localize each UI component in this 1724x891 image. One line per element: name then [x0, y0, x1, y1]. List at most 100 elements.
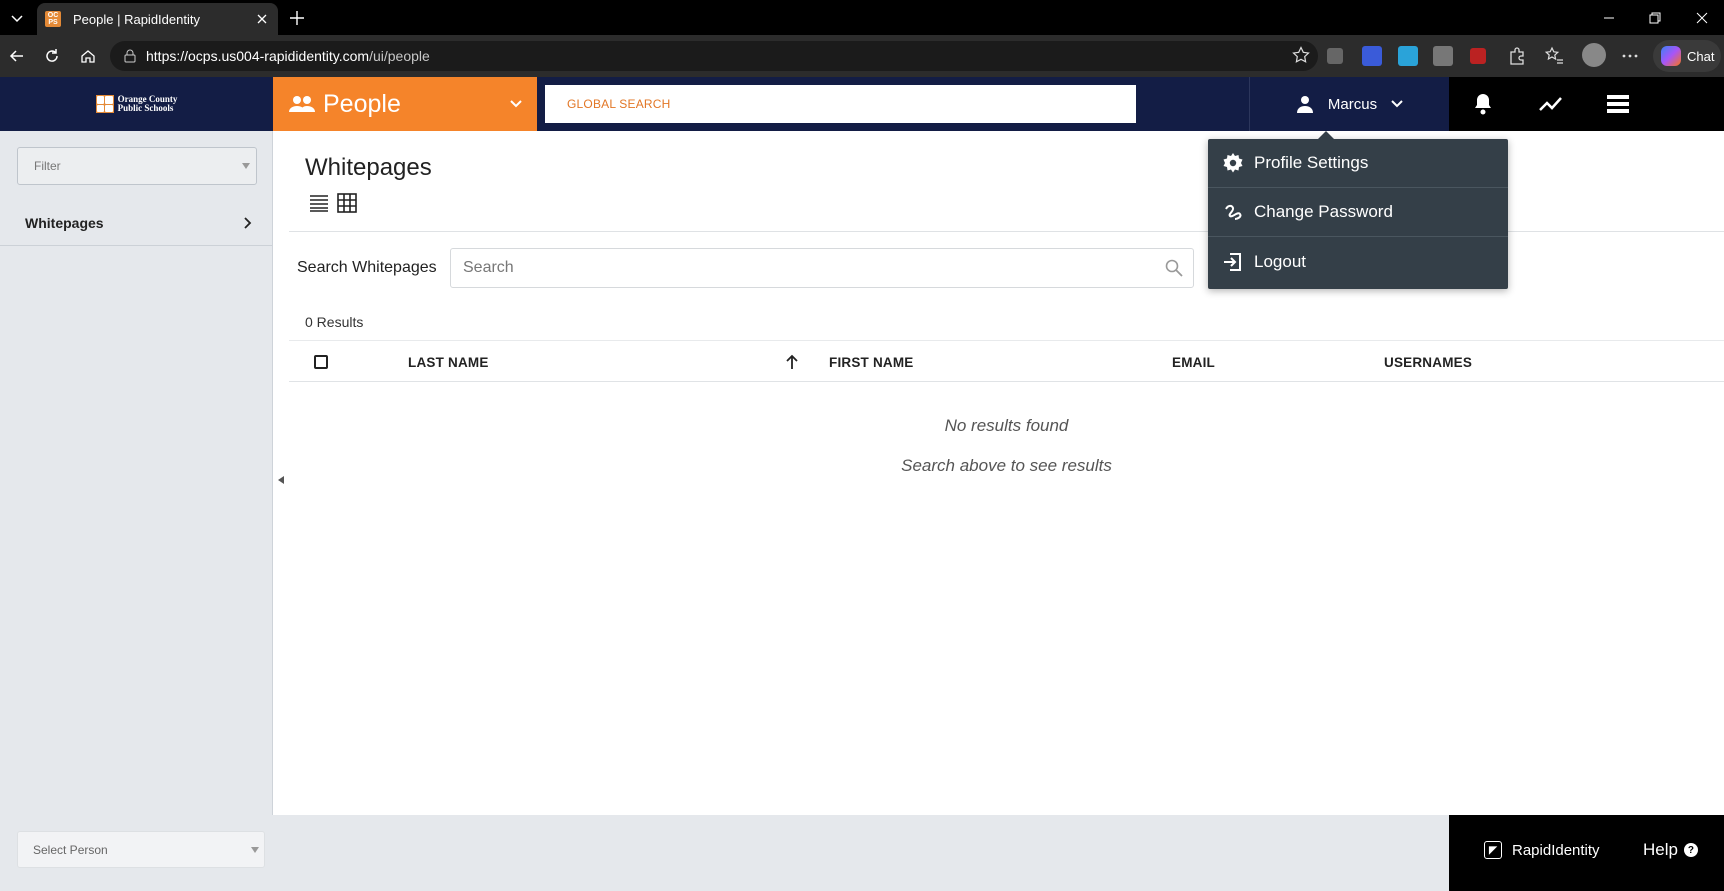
- sidebar-item-whitepages[interactable]: Whitepages: [0, 201, 272, 246]
- column-usernames[interactable]: USERNAMES: [1384, 355, 1472, 370]
- header-actions: [1449, 77, 1724, 131]
- restore-icon: [1649, 12, 1661, 24]
- top-navigation: Orange County Public Schools People Marc…: [0, 77, 1724, 131]
- favorites-list-icon: [1544, 46, 1563, 64]
- app-root: Orange County Public Schools People Marc…: [0, 77, 1724, 891]
- extensions-button[interactable]: [1507, 46, 1527, 66]
- people-icon: [289, 96, 315, 112]
- ocps-logo-mark: [95, 95, 114, 113]
- browser-tab-active[interactable]: OC PS People | RapidIdentity: [37, 3, 278, 35]
- grid-extension-icon[interactable]: [1362, 46, 1382, 66]
- whitepages-search-input[interactable]: [463, 259, 1165, 277]
- column-last-name[interactable]: LAST NAME: [408, 355, 489, 370]
- address-bar[interactable]: https://ocps.us004-rapididentity.com/ui/…: [110, 41, 1318, 71]
- caret-down-icon: [251, 847, 259, 853]
- profile-avatar[interactable]: [1582, 43, 1606, 67]
- search-label: Search Whitepages: [297, 259, 437, 276]
- column-first-name[interactable]: FIRST NAME: [829, 355, 914, 370]
- sort-ascending-icon[interactable]: [785, 354, 799, 370]
- url-path: /ui/people: [369, 48, 430, 64]
- menu-item-logout[interactable]: Logout: [1208, 237, 1508, 286]
- ocps-logo[interactable]: Orange County Public Schools: [0, 77, 273, 131]
- chevron-down-icon: [11, 15, 23, 23]
- minimize-button[interactable]: [1597, 6, 1621, 30]
- screenshot-extension-icon[interactable]: [1433, 46, 1453, 66]
- whitepages-search[interactable]: [450, 248, 1194, 288]
- chevron-right-icon: [244, 217, 252, 229]
- password-icon: [1222, 201, 1244, 223]
- sidebar-item-label: Whitepages: [25, 215, 104, 231]
- bell-icon: [1475, 94, 1491, 115]
- menu-item-label: Profile Settings: [1254, 153, 1369, 172]
- divider: [289, 231, 1724, 232]
- user-dropdown-menu: Profile Settings Change Password Logout: [1208, 131, 1508, 289]
- activity-button[interactable]: [1536, 89, 1566, 119]
- caret-down-icon: [242, 163, 250, 169]
- copilot-chat-button[interactable]: Chat: [1653, 40, 1721, 72]
- notifications-button[interactable]: [1468, 89, 1498, 119]
- new-tab-button[interactable]: [285, 6, 309, 30]
- reload-icon: [46, 49, 58, 62]
- home-icon: [81, 50, 95, 63]
- ocps-favicon: OC PS: [45, 11, 61, 27]
- list-view-button[interactable]: [309, 194, 331, 214]
- plus-icon: [290, 11, 304, 25]
- user-name: Marcus: [1327, 95, 1378, 113]
- user-menu-button[interactable]: Marcus: [1249, 77, 1449, 131]
- list-menu-button[interactable]: [1603, 89, 1633, 119]
- grid-view-button[interactable]: [337, 193, 359, 215]
- tab-close-button[interactable]: [254, 11, 270, 27]
- select-person-dropdown[interactable]: Select Person: [17, 831, 265, 868]
- close-window-button[interactable]: [1690, 6, 1714, 30]
- module-switcher[interactable]: People: [273, 77, 537, 131]
- collections-extension-icon[interactable]: [1327, 48, 1343, 64]
- menu-item-label: Logout: [1254, 251, 1306, 271]
- puzzle-icon: [1510, 47, 1524, 65]
- sidebar-filter-select[interactable]: Filter: [17, 147, 257, 185]
- rapididentity-brand: ◤ RapidIdentity: [1484, 841, 1600, 859]
- module-label: People: [323, 89, 401, 118]
- favorite-star-button[interactable]: [1292, 46, 1310, 64]
- list-view-icon: [310, 195, 328, 212]
- restore-button[interactable]: [1643, 6, 1667, 30]
- url-host: https://ocps.us004-rapididentity.com: [146, 48, 370, 64]
- sidebar-collapse-button[interactable]: [273, 472, 289, 488]
- video-extension-icon[interactable]: [1470, 48, 1486, 64]
- gear-icon: [1222, 152, 1244, 174]
- ellipsis-icon: [1622, 54, 1638, 58]
- table-header: LAST NAME FIRST NAME EMAIL USERNAMES: [289, 340, 1724, 382]
- trend-line-icon: [1539, 97, 1562, 111]
- ocps-logo-text: Orange County Public Schools: [118, 95, 178, 113]
- logo-line-2: Public Schools: [117, 103, 174, 113]
- copilot-icon: [1661, 46, 1681, 66]
- main-content: Whitepages Search Whitepages 0 Results L…: [289, 131, 1724, 815]
- lock-icon: [124, 49, 136, 63]
- reload-button[interactable]: [40, 44, 64, 68]
- star-icon: [1292, 46, 1310, 63]
- menu-item-label: Change Password: [1254, 202, 1393, 221]
- user-icon: [1296, 96, 1313, 113]
- filter-placeholder: Filter: [34, 159, 61, 173]
- footer-bar: Select Person: [0, 815, 1449, 891]
- menu-item-change-password[interactable]: Change Password: [1208, 188, 1508, 237]
- select-all-checkbox[interactable]: [314, 355, 328, 369]
- more-menu-button[interactable]: [1620, 46, 1640, 66]
- url-text: https://ocps.us004-rapididentity.com/ui/…: [146, 48, 430, 64]
- cloud-extension-icon[interactable]: [1398, 46, 1418, 66]
- search-icon[interactable]: [1165, 259, 1183, 277]
- browser-tab-bar: OC PS People | RapidIdentity: [0, 0, 1724, 35]
- menu-item-profile-settings[interactable]: Profile Settings: [1208, 139, 1508, 188]
- chevron-down-icon: [510, 100, 522, 108]
- arrow-left-icon: [9, 50, 23, 62]
- help-button[interactable]: Help ?: [1643, 840, 1698, 860]
- home-button[interactable]: [76, 44, 100, 68]
- tab-list-button[interactable]: [4, 5, 30, 31]
- back-button[interactable]: [5, 44, 29, 68]
- empty-state-hint: Search above to see results: [901, 456, 1112, 475]
- global-search[interactable]: [545, 85, 1136, 123]
- column-email[interactable]: EMAIL: [1172, 355, 1215, 370]
- grid-view-icon: [337, 193, 357, 213]
- favorites-button[interactable]: [1544, 46, 1564, 66]
- tab-title: People | RapidIdentity: [73, 11, 200, 27]
- global-search-input[interactable]: [567, 97, 1136, 111]
